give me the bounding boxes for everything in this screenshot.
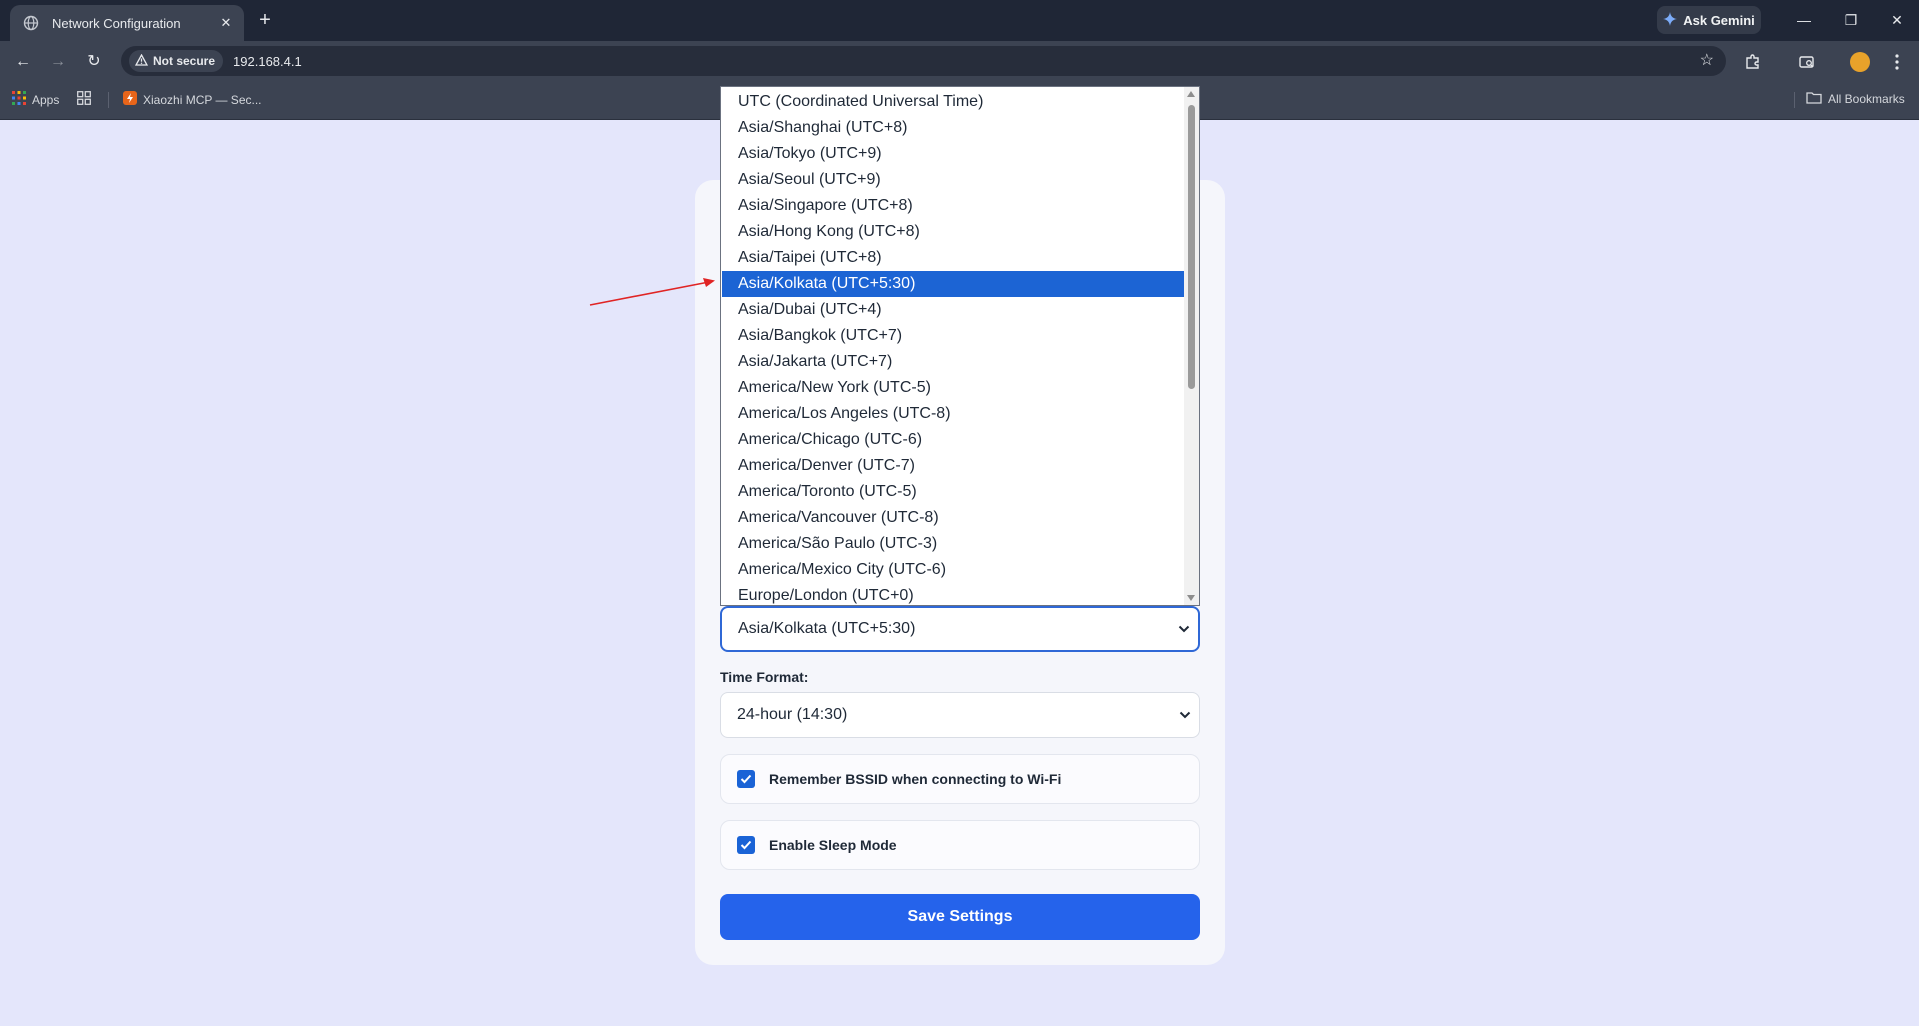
save-settings-button[interactable]: Save Settings	[720, 894, 1200, 940]
security-label: Not secure	[153, 54, 216, 68]
close-window-button[interactable]: ✕	[1877, 8, 1917, 32]
chevron-down-icon	[1179, 711, 1191, 719]
gemini-sparkle-icon	[1663, 11, 1678, 29]
globe-icon	[22, 14, 40, 32]
scroll-down-arrow-icon[interactable]	[1187, 595, 1195, 601]
timezone-option[interactable]: America/Mexico City (UTC-6)	[722, 557, 1184, 583]
tab-search-icon[interactable]	[1793, 48, 1821, 76]
back-button[interactable]: ←	[10, 49, 36, 75]
time-format-select[interactable]: 24-hour (14:30)	[720, 692, 1200, 738]
timezone-dropdown-list[interactable]: UTC (Coordinated Universal Time) Asia/Sha…	[720, 86, 1200, 606]
restore-button[interactable]: ❐	[1831, 8, 1871, 32]
ask-gemini-label: Ask Gemini	[1683, 12, 1755, 28]
timezone-option[interactable]: America/São Paulo (UTC-3)	[722, 531, 1184, 557]
sleep-mode-checkbox[interactable]	[737, 836, 755, 854]
apps-grid-icon	[12, 91, 26, 108]
close-tab-icon[interactable]: ✕	[218, 15, 234, 31]
minimize-button[interactable]: —	[1784, 8, 1824, 32]
timezone-option[interactable]: Asia/Hong Kong (UTC+8)	[722, 219, 1184, 245]
bookmark-apps[interactable]: Apps	[12, 91, 59, 108]
timezone-option[interactable]: Asia/Dubai (UTC+4)	[722, 297, 1184, 323]
chevron-down-icon	[1178, 625, 1190, 633]
time-format-value: 24-hour (14:30)	[737, 706, 848, 723]
forward-button[interactable]: →	[45, 49, 71, 75]
all-bookmarks-label: All Bookmarks	[1828, 92, 1905, 106]
timezone-option[interactable]: Europe/London (UTC+0)	[722, 583, 1184, 605]
timezone-option[interactable]: America/Denver (UTC-7)	[722, 453, 1184, 479]
folder-icon	[1806, 91, 1822, 107]
timezone-option[interactable]: Asia/Bangkok (UTC+7)	[722, 323, 1184, 349]
checkmark-icon	[740, 840, 752, 850]
timezone-option[interactable]: America/Los Angeles (UTC-8)	[722, 401, 1184, 427]
timezone-select[interactable]: Asia/Kolkata (UTC+5:30)	[720, 606, 1200, 652]
bookmark-separator	[1794, 92, 1795, 108]
timezone-select-value: Asia/Kolkata (UTC+5:30)	[738, 620, 916, 637]
new-tab-button[interactable]: +	[252, 8, 278, 34]
remember-bssid-row[interactable]: Remember BSSID when connecting to Wi-Fi	[720, 754, 1200, 804]
bookmark-xiaozhi[interactable]: Xiaozhi MCP — Sec...	[123, 91, 262, 108]
red-arrow-annotation	[589, 278, 715, 306]
tab-title: Network Configuration	[52, 15, 181, 31]
extensions-icon[interactable]	[1739, 48, 1767, 76]
dropdown-scrollbar[interactable]	[1184, 87, 1199, 605]
avatar	[1850, 52, 1870, 72]
sleep-mode-row[interactable]: Enable Sleep Mode	[720, 820, 1200, 870]
timezone-option[interactable]: Asia/Tokyo (UTC+9)	[722, 141, 1184, 167]
timezone-option[interactable]: Asia/Seoul (UTC+9)	[722, 167, 1184, 193]
all-bookmarks[interactable]: All Bookmarks	[1806, 91, 1905, 107]
address-bar[interactable]: Not secure 192.168.4.1 ☆	[121, 46, 1726, 76]
reload-button[interactable]: ↻	[81, 49, 107, 75]
timezone-option[interactable]: America/New York (UTC-5)	[722, 375, 1184, 401]
ask-gemini-button[interactable]: Ask Gemini	[1657, 6, 1761, 34]
timezone-option[interactable]: Asia/Jakarta (UTC+7)	[722, 349, 1184, 375]
bookmark-separator	[108, 92, 109, 108]
url-text: 192.168.4.1	[233, 53, 302, 69]
apps-label: Apps	[32, 92, 60, 107]
tab-strip: Network Configuration ✕ + Ask Gemini — ❐…	[0, 0, 1919, 41]
lightning-favicon-icon	[123, 91, 137, 108]
checkmark-icon	[740, 774, 752, 784]
timezone-option[interactable]: America/Chicago (UTC-6)	[722, 427, 1184, 453]
timezone-option[interactable]: America/Vancouver (UTC-8)	[722, 505, 1184, 531]
timezone-option[interactable]: UTC (Coordinated Universal Time)	[722, 89, 1184, 115]
timezone-option[interactable]: Asia/Singapore (UTC+8)	[722, 193, 1184, 219]
timezone-option[interactable]: America/Toronto (UTC-5)	[722, 479, 1184, 505]
menu-kebab-icon[interactable]	[1883, 48, 1911, 76]
tab-network-configuration[interactable]: Network Configuration ✕	[10, 5, 244, 41]
scroll-up-arrow-icon[interactable]	[1187, 91, 1195, 97]
browser-toolbar: ← → ↻ Not secure 192.168.4.1 ☆	[0, 41, 1919, 81]
security-chip[interactable]: Not secure	[129, 50, 224, 72]
warning-triangle-icon	[134, 53, 149, 69]
remember-bssid-label: Remember BSSID when connecting to Wi-Fi	[769, 771, 1062, 787]
bookmark-star-icon[interactable]: ☆	[1700, 50, 1714, 70]
bookmark-label: Xiaozhi MCP — Sec...	[143, 92, 262, 107]
timezone-option[interactable]: Asia/Kolkata (UTC+5:30)	[722, 271, 1184, 297]
scroll-thumb[interactable]	[1188, 105, 1195, 389]
sleep-mode-label: Enable Sleep Mode	[769, 837, 897, 853]
profile-avatar-icon[interactable]	[1846, 48, 1874, 76]
timezone-option[interactable]: Asia/Taipei (UTC+8)	[722, 245, 1184, 271]
tab-groups-icon[interactable]	[77, 91, 91, 105]
time-format-label: Time Format:	[720, 669, 809, 685]
remember-bssid-checkbox[interactable]	[737, 770, 755, 788]
timezone-option[interactable]: Asia/Shanghai (UTC+8)	[722, 115, 1184, 141]
